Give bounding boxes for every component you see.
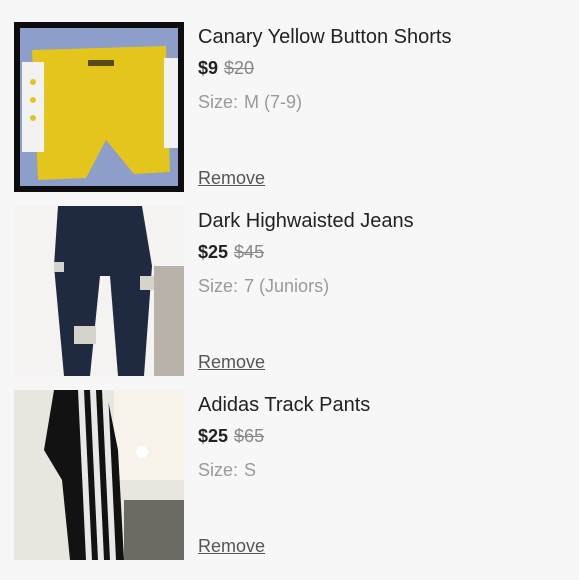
- item-info: Adidas Track Pants $25 $65 Size: S Remove: [198, 390, 569, 574]
- item-price: $25: [198, 242, 229, 262]
- product-image[interactable]: [14, 390, 184, 560]
- item-info: Dark Highwaisted Jeans $25 $45 Size: 7 (Ju…: [198, 206, 569, 390]
- size-value: S: [244, 460, 257, 480]
- price-row: $25 $45: [198, 242, 264, 263]
- size-label: Size:: [198, 276, 239, 296]
- remove-link[interactable]: Remove: [198, 352, 265, 373]
- cart-item: Adidas Track Pants $25 $65 Size: S Remove: [0, 390, 579, 574]
- cart-item: Dark Highwaisted Jeans $25 $45 Size: 7 (Ju…: [0, 206, 579, 390]
- size-value: 7 (Juniors): [244, 276, 330, 296]
- item-size: Size: M (7-9): [198, 92, 302, 113]
- item-price: $9: [198, 58, 219, 78]
- item-size: Size: S: [198, 460, 256, 481]
- size-label: Size:: [198, 460, 239, 480]
- item-original-price: $20: [224, 58, 255, 78]
- item-title[interactable]: Dark Highwaisted Jeans: [198, 210, 414, 233]
- size-value: M (7-9): [244, 92, 303, 112]
- item-original-price: $65: [234, 426, 265, 446]
- size-label: Size:: [198, 92, 239, 112]
- price-row: $9 $20: [198, 58, 254, 79]
- product-image[interactable]: [14, 22, 184, 192]
- item-title[interactable]: Adidas Track Pants: [198, 394, 370, 417]
- product-image[interactable]: [14, 206, 184, 376]
- item-title[interactable]: Canary Yellow Button Shorts: [198, 26, 452, 49]
- remove-link[interactable]: Remove: [198, 536, 265, 557]
- cart-item-list: Canary Yellow Button Shorts $9 $20 Size: M…: [0, 0, 579, 580]
- item-original-price: $45: [234, 242, 265, 262]
- price-row: $25 $65: [198, 426, 264, 447]
- item-info: Canary Yellow Button Shorts $9 $20 Size: M…: [198, 22, 569, 206]
- cart-item: Canary Yellow Button Shorts $9 $20 Size: M…: [0, 22, 579, 206]
- item-price: $25: [198, 426, 229, 446]
- item-size: Size: 7 (Juniors): [198, 276, 329, 297]
- remove-link[interactable]: Remove: [198, 168, 265, 189]
